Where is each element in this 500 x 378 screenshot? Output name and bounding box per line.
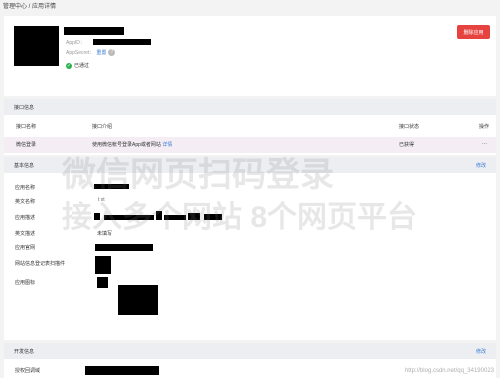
api-detail-link[interactable]: 详情 <box>162 142 172 148</box>
api-section-header: 接口信息 <box>4 99 496 115</box>
api-row-name: 微信登录 <box>16 142 37 148</box>
breadcrumb: 管理中心 / 应用详情 <box>3 4 57 10</box>
field-label-app-name: 应用名称 <box>15 185 36 191</box>
app-logo-redacted <box>14 26 59 66</box>
col-api-desc: 接口介绍 <box>92 124 113 130</box>
dev-section-header: 开发信息 修改 <box>4 343 496 359</box>
field-label-callback-domain: 授权回调域 <box>15 368 41 374</box>
help-icon[interactable]: ? <box>108 49 116 56</box>
api-row-desc-text: 使用微信帐号登录App或者网站 <box>92 142 161 148</box>
field-label-en-desc: 英文描述 <box>15 231 36 237</box>
appsecret-row: AppSecret： 重置 ? <box>66 49 116 56</box>
api-row-desc: 使用微信帐号登录App或者网站 详情 <box>92 141 172 148</box>
basic-section-header: 基本信息 修改 <box>4 157 496 173</box>
app-desc-redacted-2 <box>104 215 154 220</box>
api-row-more-icon[interactable]: ··· <box>482 141 487 147</box>
app-desc-redacted-3 <box>156 211 162 220</box>
field-label-website-scan: 网站信息登记表扫描件 <box>15 261 66 267</box>
basic-info-body: 应用名称 英文名称 t xt 应用描述 英文描述 未填写 应用官网 网站信息登记… <box>4 173 496 340</box>
app-icon-large-redacted <box>118 285 158 315</box>
field-label-en-name: 英文名称 <box>15 199 36 205</box>
website-value-redacted <box>95 244 153 251</box>
api-row-status: 已获得 <box>399 142 415 148</box>
app-name-value-redacted <box>94 184 129 189</box>
field-label-app-desc: 应用描述 <box>15 215 36 221</box>
app-name-redacted <box>64 27 124 35</box>
basic-section-title: 基本信息 <box>14 163 35 169</box>
appid-value-redacted <box>93 39 151 45</box>
appid-label: AppID： <box>66 40 85 46</box>
watermark-url: http://blog.csdn.net/qq_34190023 <box>404 368 494 374</box>
delete-app-button[interactable]: 删除应用 <box>457 25 490 39</box>
approval-status: ✓ 已通过 <box>66 62 89 69</box>
dev-section-title: 开发信息 <box>14 349 35 355</box>
approved-label: 已通过 <box>74 63 90 69</box>
col-api-status: 接口状态 <box>399 124 420 130</box>
appsecret-label: AppSecret： <box>66 50 95 56</box>
col-api-name: 接口名称 <box>16 124 37 130</box>
api-section-title: 接口信息 <box>14 105 35 111</box>
api-table: 接口名称 接口介绍 接口状态 操作 微信登录 使用微信帐号登录App或者网站 详… <box>4 115 496 155</box>
app-desc-redacted-4 <box>164 215 186 220</box>
website-scan-image-redacted[interactable] <box>95 256 111 274</box>
en-desc-value: 未填写 <box>97 231 113 237</box>
col-api-op: 操作 <box>479 124 490 130</box>
table-row: 微信登录 使用微信帐号登录App或者网站 详情 已获得 ··· <box>4 137 496 153</box>
dev-edit-link[interactable]: 修改 <box>476 348 486 355</box>
reset-secret-link[interactable]: 重置 <box>96 49 106 56</box>
app-desc-redacted-6 <box>204 214 222 220</box>
field-label-website: 应用官网 <box>15 245 36 251</box>
app-desc-redacted-5 <box>188 213 200 220</box>
app-icon-small-redacted <box>97 277 108 288</box>
en-name-value: t xt <box>98 197 105 203</box>
check-icon: ✓ <box>66 62 72 69</box>
field-label-app-icon: 应用图标 <box>15 280 36 286</box>
basic-edit-link[interactable]: 修改 <box>476 162 486 169</box>
api-table-header: 接口名称 接口介绍 接口状态 操作 <box>4 115 496 137</box>
callback-domain-redacted <box>85 366 159 375</box>
app-desc-redacted-1 <box>94 213 100 220</box>
